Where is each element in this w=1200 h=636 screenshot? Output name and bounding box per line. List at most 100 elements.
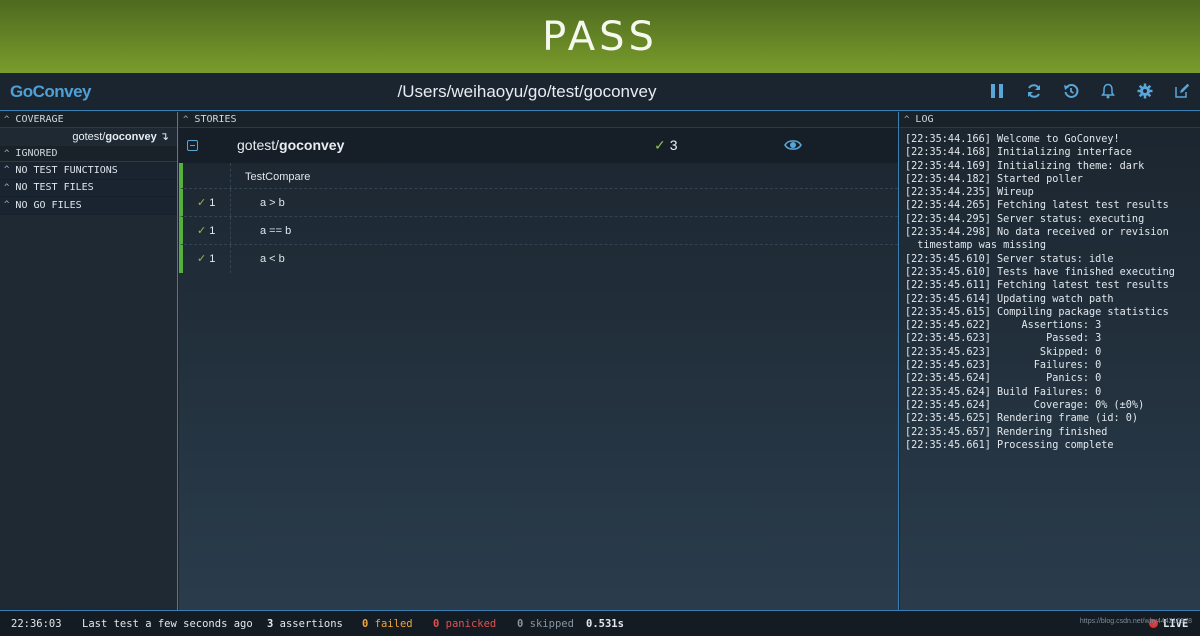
stories-panel: ^ STORIES gotest/goconvey ✓ 3 TestCompare… bbox=[179, 112, 899, 610]
log-line: [22:35:45.610] Tests have finished execu… bbox=[905, 266, 1175, 278]
log-title: LOG bbox=[915, 114, 934, 125]
edit-icon bbox=[1175, 83, 1190, 98]
top-bar: GoConvey /Users/weihaoyu/go/test/goconve… bbox=[0, 73, 1200, 111]
caret-up-icon: ^ bbox=[4, 148, 10, 159]
coverage-item-name: goconvey bbox=[105, 131, 157, 143]
log-line: [22:35:45.610] Server status: idle bbox=[905, 253, 1114, 265]
caret-up-icon: ^ bbox=[4, 200, 10, 211]
skipped-stat: 0 skipped bbox=[517, 618, 574, 630]
assertion-row: ✓ 1 a > b bbox=[179, 189, 898, 217]
package-name[interactable]: gotest/goconvey bbox=[237, 137, 344, 153]
assertion-status: ✓ 1 bbox=[197, 224, 215, 237]
watch-path[interactable]: /Users/weihaoyu/go/test/goconvey bbox=[0, 82, 1054, 102]
package-row: gotest/goconvey ✓ 3 bbox=[179, 128, 898, 163]
panicked-label: panicked bbox=[445, 618, 497, 630]
package-pass-count: ✓ 3 bbox=[654, 137, 678, 154]
coverage-header[interactable]: ^ COVERAGE bbox=[0, 112, 177, 128]
log-line: [22:35:45.661] Processing complete bbox=[905, 439, 1114, 451]
toolbar bbox=[987, 81, 1192, 101]
last-test-text: Last test a few seconds ago bbox=[82, 618, 253, 630]
log-header[interactable]: ^ LOG bbox=[900, 112, 1200, 128]
caret-up-icon: ^ bbox=[904, 114, 910, 125]
refresh-icon bbox=[1028, 84, 1040, 98]
log-line: [22:35:44.235] Wireup bbox=[905, 187, 1034, 199]
ignored-title: IGNORED bbox=[15, 148, 58, 159]
log-line: [22:35:45.623] Failures: 0 bbox=[905, 360, 1102, 372]
skipped-count: 0 bbox=[517, 618, 524, 630]
assertion-row: ✓ 1 a < b bbox=[179, 245, 898, 273]
log-line: [22:35:44.298] No data received or revis… bbox=[905, 227, 1169, 239]
log-line: [22:35:45.611] Fetching latest test resu… bbox=[905, 280, 1169, 292]
coverage-item[interactable]: gotest/goconvey ↴ bbox=[0, 128, 177, 146]
log-line: [22:35:45.625] Rendering frame (id: 0) bbox=[905, 413, 1139, 425]
test-function-name[interactable]: TestCompare bbox=[245, 171, 310, 183]
status-banner: PASS bbox=[0, 0, 1200, 73]
row-label: NO TEST FUNCTIONS bbox=[15, 164, 118, 176]
coverage-item-prefix: gotest/ bbox=[72, 131, 106, 143]
test-function-row: TestCompare bbox=[179, 163, 898, 189]
assertion-row: ✓ 1 a == b bbox=[179, 217, 898, 245]
failed-count: 0 bbox=[362, 618, 369, 630]
eye-icon[interactable] bbox=[784, 138, 802, 152]
failed-label: failed bbox=[374, 618, 413, 630]
notifications-icon bbox=[1101, 83, 1115, 99]
no-test-functions-row[interactable]: ^ NO TEST FUNCTIONS bbox=[0, 162, 177, 180]
caret-up-icon: ^ bbox=[4, 182, 10, 193]
log-line: timestamp was missing bbox=[905, 240, 1047, 252]
log-panel: ^ LOG [22:35:44.166] Welcome to GoConvey… bbox=[900, 112, 1200, 610]
settings-button[interactable] bbox=[1135, 81, 1155, 101]
assertion-count: 1 bbox=[209, 225, 216, 237]
check-icon: ✓ bbox=[197, 197, 207, 209]
package-name-bold: goconvey bbox=[279, 137, 345, 153]
log-line: [22:35:45.622] Assertions: 3 bbox=[905, 320, 1102, 332]
assertion-label: a > b bbox=[260, 197, 285, 209]
stories-title: STORIES bbox=[194, 114, 237, 125]
row-divider bbox=[230, 217, 231, 244]
assertion-label: a == b bbox=[260, 225, 292, 237]
row-label: NO GO FILES bbox=[15, 199, 82, 211]
assertions-label: assertions bbox=[279, 618, 343, 630]
log-line: [22:35:45.614] Updating watch path bbox=[905, 293, 1114, 305]
history-icon bbox=[1064, 83, 1079, 98]
assertion-status: ✓ 1 bbox=[197, 196, 215, 209]
log-line: [22:35:45.623] Passed: 3 bbox=[905, 333, 1102, 345]
row-divider bbox=[230, 189, 231, 216]
assertion-status: ✓ 1 bbox=[197, 252, 215, 265]
row-divider bbox=[230, 163, 231, 188]
log-output[interactable]: [22:35:44.166] Welcome to GoConvey! [22:3… bbox=[900, 128, 1200, 452]
left-panel: ^ COVERAGE gotest/goconvey ↴ ^ IGNORED ^… bbox=[0, 112, 178, 610]
log-line: [22:35:45.624] Coverage: 0% (±0%) bbox=[905, 399, 1145, 411]
assertion-label: a < b bbox=[260, 253, 285, 265]
caret-up-icon: ^ bbox=[4, 165, 10, 176]
notifications-button[interactable] bbox=[1098, 81, 1118, 101]
failed-stat: 0 failed bbox=[362, 618, 413, 630]
skipped-label: skipped bbox=[529, 618, 574, 630]
log-line: [22:35:45.624] Build Failures: 0 bbox=[905, 386, 1102, 398]
refresh-button[interactable] bbox=[1024, 81, 1044, 101]
watermark: https://blog.csdn.net/why444216978 bbox=[1079, 618, 1192, 625]
log-line: [22:35:44.168] Initializing interface bbox=[905, 147, 1132, 159]
history-button[interactable] bbox=[1061, 81, 1081, 101]
row-divider bbox=[230, 245, 231, 273]
panicked-stat: 0 panicked bbox=[433, 618, 496, 630]
ignored-header[interactable]: ^ IGNORED bbox=[0, 146, 177, 162]
no-go-files-row[interactable]: ^ NO GO FILES bbox=[0, 197, 177, 215]
no-test-files-row[interactable]: ^ NO TEST FILES bbox=[0, 179, 177, 197]
pause-button[interactable] bbox=[987, 81, 1007, 101]
log-line: [22:35:44.166] Welcome to GoConvey! bbox=[905, 134, 1120, 145]
check-icon: ✓ bbox=[197, 225, 207, 237]
assertions-stat: 3 assertions bbox=[267, 618, 343, 630]
collapse-icon[interactable] bbox=[187, 140, 198, 151]
status-text: PASS bbox=[542, 13, 658, 60]
pass-count: 3 bbox=[669, 137, 678, 153]
stories-header[interactable]: ^ STORIES bbox=[179, 112, 898, 128]
check-icon: ✓ bbox=[197, 253, 207, 265]
log-line: [22:35:44.265] Fetching latest test resu… bbox=[905, 200, 1169, 212]
panicked-count: 0 bbox=[433, 618, 440, 630]
row-label: NO TEST FILES bbox=[15, 182, 94, 194]
log-line: [22:35:44.169] Initializing theme: dark bbox=[905, 160, 1145, 172]
caret-up-icon: ^ bbox=[4, 114, 10, 125]
pause-icon bbox=[991, 84, 1003, 98]
edit-button[interactable] bbox=[1172, 81, 1192, 101]
caret-up-icon: ^ bbox=[183, 114, 189, 125]
